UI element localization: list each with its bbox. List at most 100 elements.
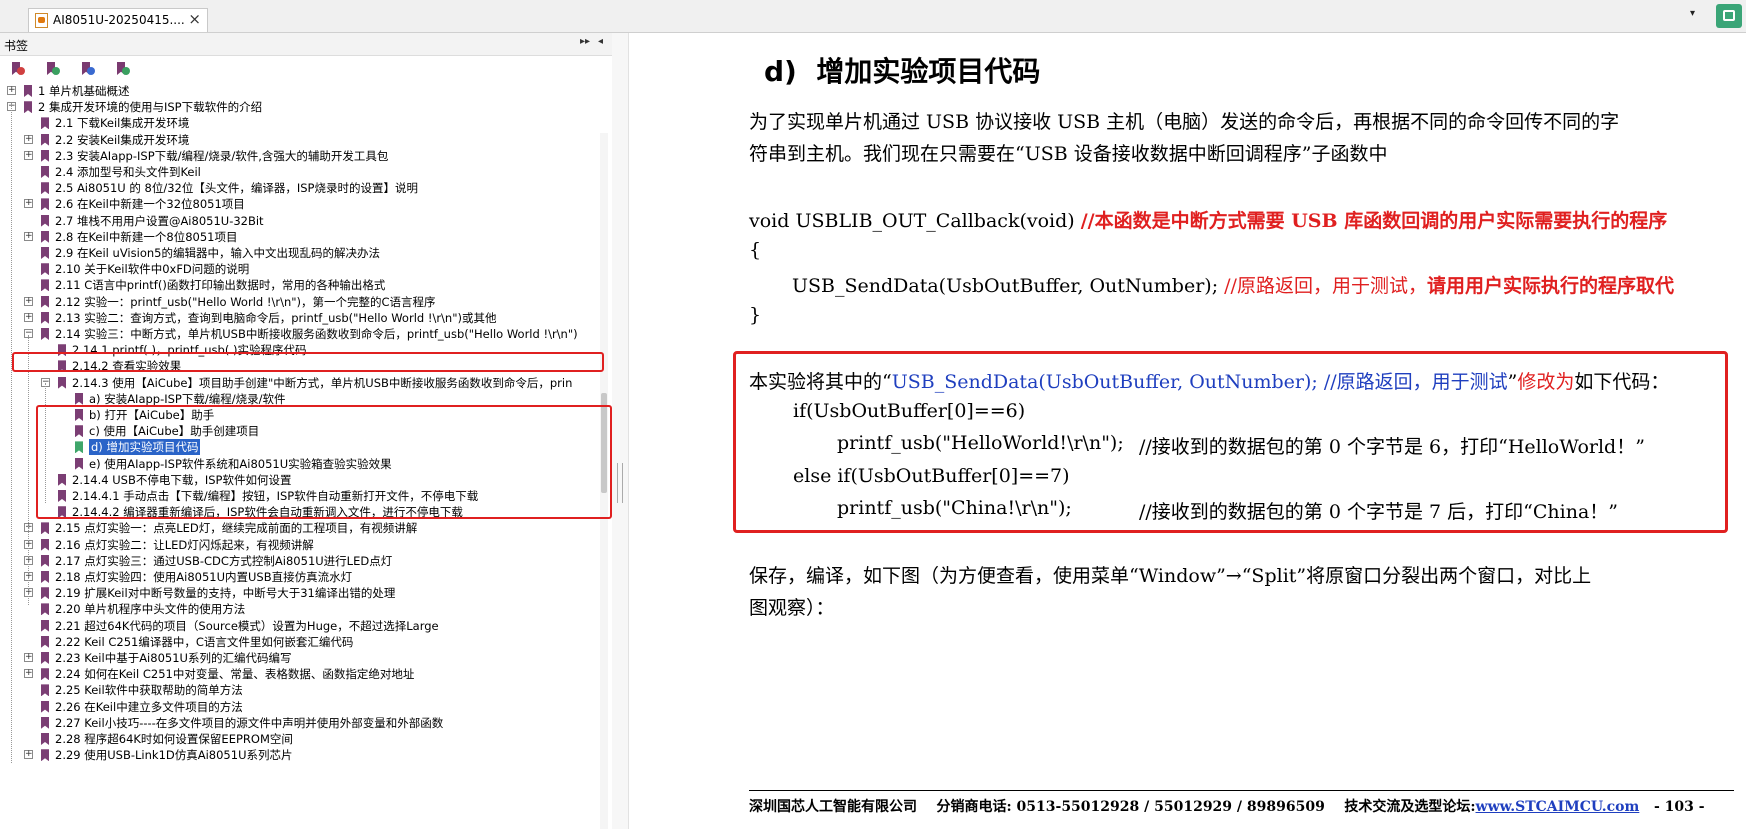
bookmark-item[interactable]: 2.25 Keil软件中获取帮助的简单方法 — [0, 682, 600, 698]
bookmark-icon — [41, 311, 49, 324]
bookmark-item[interactable]: +2.2 安装Keil集成开发环境 — [0, 132, 600, 148]
bookmarks-toolbar — [0, 56, 612, 82]
bookmark-label: 2.18 点灯实验四：使用Ai8051U内置USB直接仿真流水灯 — [55, 570, 353, 584]
bookmark-icon — [41, 117, 49, 130]
bookmark-item[interactable]: 2.22 Keil C251编译器中，C语言文件里如何嵌套汇编代码 — [0, 634, 600, 650]
senddata-code: USB_SendData(UsbOutBuffer, OutNumber); — [792, 275, 1225, 297]
bookmark-item[interactable]: +2.23 Keil中基于Ai8051U系列的汇编代码编写 — [0, 650, 600, 666]
bookmark-item[interactable]: 2.7 堆栈不用用户设置@Ai8051U-32Bit — [0, 213, 600, 229]
bookmark-item[interactable]: 2.20 单片机程序中头文件的使用方法 — [0, 601, 600, 617]
footer-website-link[interactable]: www.STCAIMCU.com — [1476, 799, 1640, 815]
expand-node-icon[interactable]: + — [24, 312, 33, 322]
bookmark-icon — [41, 652, 49, 664]
heading-number: d) — [764, 55, 797, 88]
bookmark-icon — [41, 635, 49, 648]
bookmark-icon — [41, 328, 49, 340]
bookmark-item[interactable]: 2.26 在Keil中建立多文件项目的方法 — [0, 699, 600, 715]
bookmark-label: 2.25 Keil软件中获取帮助的简单方法 — [55, 683, 243, 698]
bookmark-options-icon[interactable] — [12, 62, 25, 76]
bookmarks-panel: 书签 ▸▸ ◂ +1 单片机基础概述 −2 集成开发环境的使用与ISP下载软件的介… — [0, 33, 613, 829]
bookmark-item[interactable]: +2.12 实验一：printf_usb("Hello World !\r\n"… — [0, 294, 600, 310]
expand-node-icon[interactable]: + — [24, 199, 33, 209]
bookmark-item[interactable]: +2.15 点灯实验一：点亮LED灯，继续完成前面的工程项目，有视频讲解 — [0, 520, 600, 536]
callback-signature: void USBLIB_OUT_Callback(void) //本函数是中断方… — [749, 206, 1667, 233]
bookmark-item[interactable]: 2.11 C语言中printf()函数打印输出数据时，常用的各种输出格式 — [0, 277, 600, 293]
bookmark-item[interactable]: +2.29 使用USB-Link1D仿真Ai8051U系列芯片 — [0, 747, 600, 763]
page-number: - 103 - — [1653, 799, 1705, 815]
collapse-panel-icon[interactable]: ◂ — [598, 36, 603, 47]
tree-guide-line — [11, 103, 12, 763]
document-tab[interactable]: AI8051U-20250415.... × — [28, 8, 208, 32]
panel-splitter[interactable] — [612, 33, 629, 829]
bookmark-item[interactable]: +2.3 安装AIapp-ISP下载/编程/烧录/软件,含强大的辅助开发工具包 — [0, 148, 600, 164]
sidebar-toggle-icon[interactable] — [1716, 4, 1742, 28]
bookmark-item[interactable]: +2.17 点灯实验三：通过USB-CDC方式控制Ai8051U进行LED点灯 — [0, 553, 600, 569]
bookmark-label: 2.23 Keil中基于Ai8051U系列的汇编代码编写 — [55, 651, 292, 665]
pdf-file-icon — [35, 13, 48, 28]
bookmark-item[interactable]: 2.27 Keil小技巧----在多文件项目的源文件中声明并使用外部变量和外部函… — [0, 715, 600, 731]
bookmark-icon — [41, 247, 49, 259]
footer-divider — [749, 790, 1734, 791]
bookmark-add-icon[interactable] — [47, 62, 60, 76]
bookmark-item[interactable]: +2.18 点灯实验四：使用Ai8051U内置USB直接仿真流水灯 — [0, 569, 600, 585]
highlight-box-2-14 — [12, 352, 604, 372]
bookmark-item[interactable]: 2.5 Ai8051U 的 8位/32位【头文件，编译器，ISP烧录时的设置】说… — [0, 180, 600, 196]
bookmark-item[interactable]: −2.14 实验三：中断方式，单片机USB中断接收服务函数收到命令后，print… — [0, 326, 600, 342]
tab-list-dropdown-icon[interactable]: ▾ — [1690, 8, 1695, 19]
bookmark-find-icon[interactable] — [117, 62, 130, 76]
expand-node-icon[interactable]: + — [24, 150, 33, 160]
page-footer: 深圳国芯人工智能有限公司 分销商电话: 0513-55012928 / 5501… — [749, 796, 1705, 816]
bookmark-label: 2.28 程序超64K时如何设置保留EEPROM空间 — [55, 732, 293, 746]
code-highlight-box — [733, 351, 1728, 533]
bookmark-item[interactable]: 2.9 在Keil uVision5的编辑器中，输入中文出现乱码的解决办法 — [0, 245, 600, 261]
bookmark-item[interactable]: −2.14.3 使用【AiCube】项目助手创建"中断方式，单片机USB中断接收… — [0, 375, 600, 391]
expand-node-icon[interactable]: + — [24, 134, 33, 144]
bookmark-icon — [41, 619, 49, 632]
expand-node-icon[interactable]: + — [24, 296, 33, 306]
bookmark-icon — [41, 700, 49, 713]
expand-node-icon[interactable]: + — [24, 669, 33, 679]
bookmark-icon — [75, 392, 83, 405]
bookmark-label: 2.4 添加型号和头文件到Keil — [55, 165, 201, 179]
bookmark-item[interactable]: +2.13 实验二：查询方式，查询到电脑命令后，printf_usb("Hell… — [0, 310, 600, 326]
bookmark-label: 1 单片机基础概述 — [38, 84, 130, 98]
expand-panel-icon[interactable]: ▸▸ — [580, 36, 590, 47]
bookmark-item[interactable]: +2.16 点灯实验二：让LED灯闪烁起来，有视频讲解 — [0, 537, 600, 553]
bookmark-icon — [41, 263, 49, 276]
bookmark-item[interactable]: +2.6 在Keil中新建一个32位8051项目 — [0, 196, 600, 212]
bookmark-icon — [41, 522, 49, 535]
intro-line-1: 为了实现单片机通过 USB 协议接收 USB 主机（电脑）发送的命令后，再根据不… — [749, 111, 1620, 133]
expand-node-icon[interactable]: + — [24, 653, 33, 662]
footer-phone: 分销商电话: 0513-55012928 / 55012929 / 898965… — [936, 799, 1325, 815]
tab-title: AI8051U-20250415.... — [53, 13, 185, 27]
bookmark-label: 2 集成开发环境的使用与ISP下载软件的介绍 — [38, 100, 263, 115]
bookmark-item[interactable]: 2.4 添加型号和头文件到Keil — [0, 164, 600, 180]
bookmark-item[interactable]: 2.21 超过64K代码的项目（Source模式）设置为Huge，不超过选择La… — [0, 618, 600, 634]
expand-node-icon[interactable]: + — [24, 750, 33, 760]
bookmark-item[interactable]: +2.8 在Keil中新建一个8位8051项目 — [0, 229, 600, 245]
bookmark-item[interactable]: +1 单片机基础概述 — [0, 83, 600, 99]
bookmark-icon — [41, 554, 49, 567]
expand-node-icon[interactable]: + — [7, 86, 16, 95]
bookmark-icon — [24, 85, 32, 97]
footer-forum-label: 技术交流及选型论坛: — [1344, 799, 1476, 815]
close-tab-icon[interactable]: × — [188, 10, 201, 28]
callback-code: void USBLIB_OUT_Callback(void) — [749, 210, 1081, 232]
brace-open: { — [749, 239, 762, 261]
bookmark-icon — [41, 166, 49, 178]
bookmark-item[interactable]: +2.19 扩展Keil对中断号数量的支持，中断号大于31编译出错的处理 — [0, 585, 600, 601]
bookmark-icon — [41, 149, 49, 162]
bookmark-label: 2.17 点灯实验三：通过USB-CDC方式控制Ai8051U进行LED点灯 — [55, 553, 393, 568]
footer-company: 深圳国芯人工智能有限公司 — [749, 799, 917, 815]
bookmark-expand-icon[interactable] — [82, 62, 95, 76]
bookmark-item[interactable]: −2 集成开发环境的使用与ISP下载软件的介绍 — [0, 99, 600, 115]
heading-text: 增加实验项目代码 — [816, 55, 1041, 88]
bookmark-item[interactable]: 2.1 下载Keil集成开发环境 — [0, 115, 600, 131]
callback-comment: //本函数是中断方式需要 USB 库函数回调的用户实际需要执行的程序 — [1080, 210, 1668, 232]
brace-close: } — [749, 304, 762, 326]
bookmark-item[interactable]: 2.28 程序超64K时如何设置保留EEPROM空间 — [0, 731, 600, 747]
bookmark-icon — [41, 538, 49, 551]
bookmark-item[interactable]: 2.10 关于Keil软件中0xFD问题的说明 — [0, 261, 600, 277]
expand-node-icon[interactable]: + — [24, 231, 33, 241]
bookmark-item[interactable]: +2.24 如何在Keil C251中对变量、常量、表格数据、函数指定绝对地址 — [0, 666, 600, 682]
